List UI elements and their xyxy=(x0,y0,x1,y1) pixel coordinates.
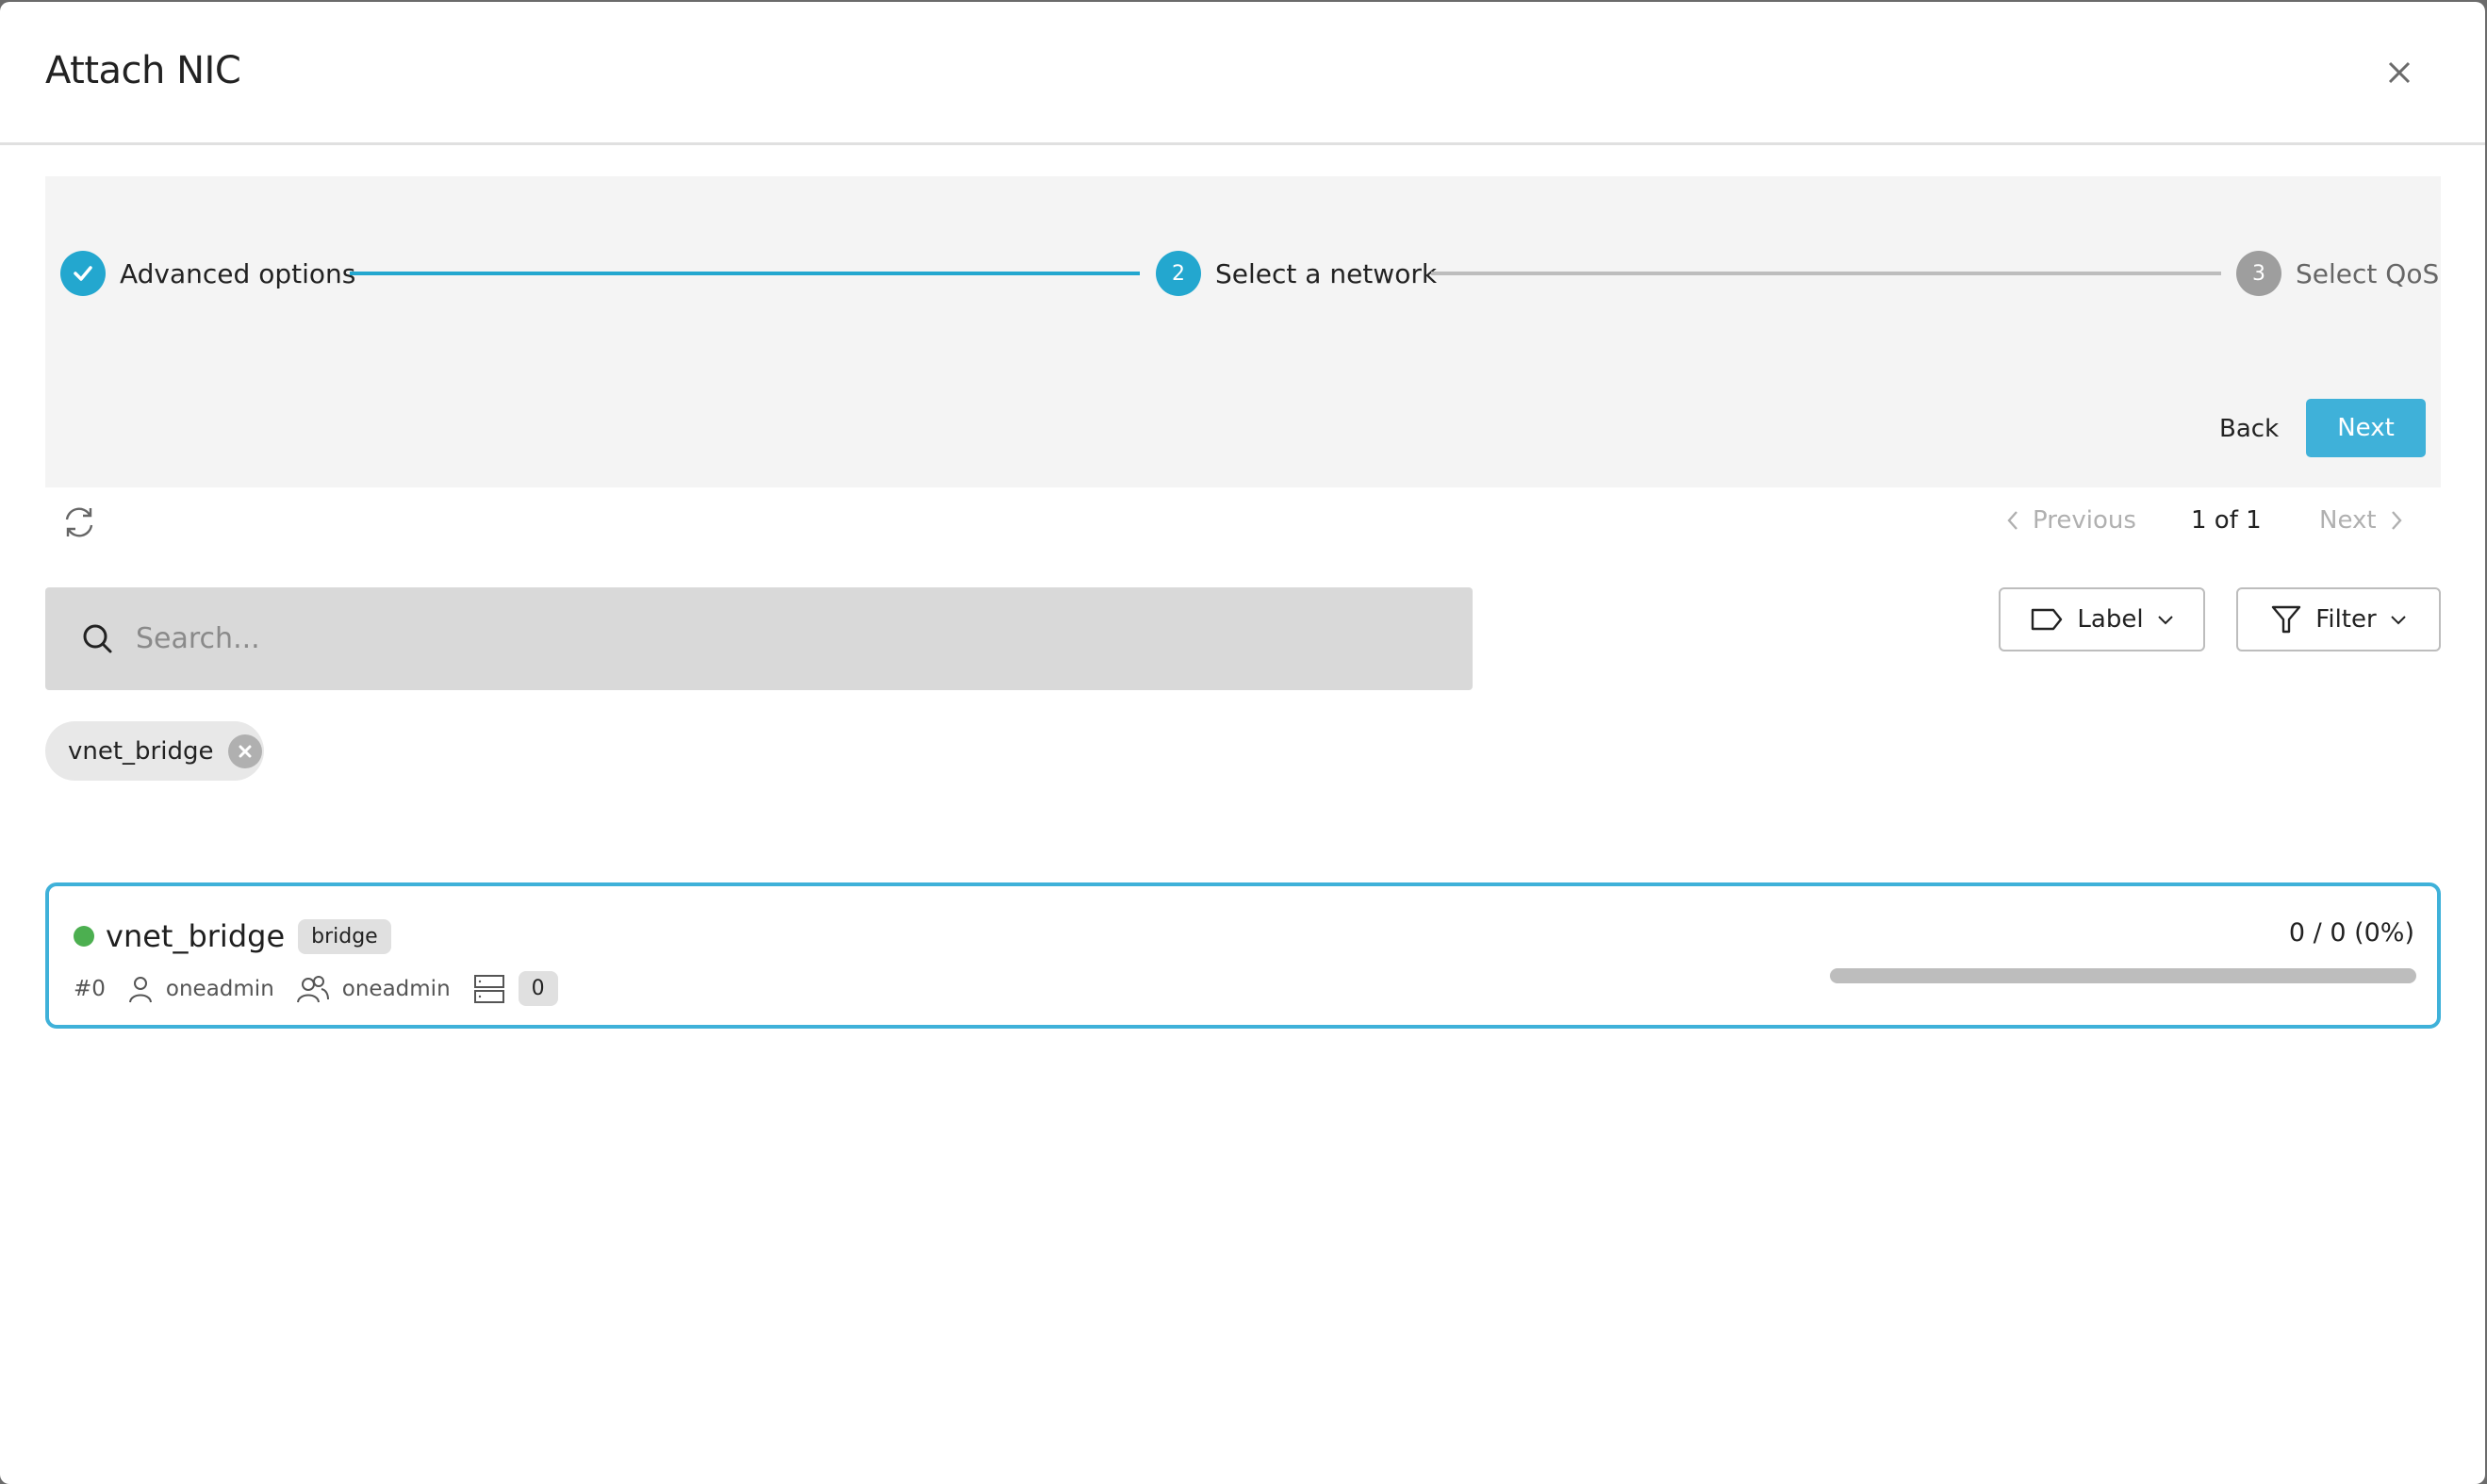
network-owner: oneadmin xyxy=(128,975,274,1003)
network-type-badge: bridge xyxy=(298,918,391,954)
label-tag-icon xyxy=(2032,608,2063,631)
step-select-qos[interactable]: 3 Select QoS xyxy=(2236,250,2439,297)
attach-nic-dialog: Attach NIC Advanced options 2 Select a n… xyxy=(0,2,2485,1484)
label-dropdown-button[interactable]: Label xyxy=(1999,587,2205,651)
label-button-text: Label xyxy=(2077,605,2144,634)
network-list-item[interactable]: vnet_bridge bridge #0 oneadmin oneadmin xyxy=(45,882,2441,1029)
step-connector-completed xyxy=(350,272,1140,275)
active-filter-chip: vnet_bridge xyxy=(45,721,264,781)
cluster-count-badge: 0 xyxy=(518,971,558,1006)
pagination-next-button[interactable]: Next xyxy=(2319,503,2405,537)
network-id: #0 xyxy=(74,976,106,1001)
step-label: Select QoS xyxy=(2296,257,2440,289)
chevron-down-icon xyxy=(2390,616,2406,625)
server-icon xyxy=(473,974,504,1003)
close-button[interactable] xyxy=(2380,53,2419,92)
owner-name: oneadmin xyxy=(165,976,274,1001)
step-connector-pending xyxy=(1431,272,2221,275)
chevron-right-icon xyxy=(2391,511,2402,530)
step-label: Advanced options xyxy=(120,257,356,289)
check-icon xyxy=(74,266,92,281)
back-button[interactable]: Back xyxy=(2204,401,2294,457)
pagination-next-label: Next xyxy=(2319,506,2377,535)
search-icon xyxy=(83,624,112,652)
step-select-network[interactable]: 2 Select a network xyxy=(1156,250,1437,297)
refresh-icon xyxy=(65,507,93,537)
network-group: oneadmin xyxy=(296,975,451,1003)
next-button[interactable]: Next xyxy=(2306,399,2426,457)
leases-usage-text: 0 / 0 (0%) xyxy=(2288,918,2414,948)
chevron-down-icon xyxy=(2157,616,2173,625)
pagination-previous-label: Previous xyxy=(2033,506,2136,535)
step-completed-indicator xyxy=(60,251,106,296)
filter-icon xyxy=(2272,605,2301,634)
step-number-indicator: 3 xyxy=(2236,251,2281,296)
user-icon xyxy=(128,976,152,1002)
group-icon xyxy=(296,975,329,1002)
status-indicator xyxy=(74,926,94,947)
close-icon xyxy=(239,745,252,757)
leases-usage-bar xyxy=(1830,968,2416,983)
dialog-header: Attach NIC xyxy=(0,2,2485,145)
group-name: oneadmin xyxy=(341,976,451,1001)
filter-dropdown-button[interactable]: Filter xyxy=(2236,587,2441,651)
chevron-left-icon xyxy=(2007,511,2018,530)
network-clusters: 0 xyxy=(473,971,558,1006)
pagination-previous-button[interactable]: Previous xyxy=(2004,503,2136,537)
remove-filter-button[interactable] xyxy=(228,734,263,768)
filter-button-text: Filter xyxy=(2315,605,2377,634)
step-number-indicator: 2 xyxy=(1156,251,1201,296)
network-meta-row: #0 oneadmin oneadmin 0 xyxy=(74,971,558,1006)
network-title-row: vnet_bridge bridge xyxy=(74,918,391,954)
close-icon xyxy=(2388,61,2411,84)
refresh-button[interactable] xyxy=(58,502,100,543)
step-label: Select a network xyxy=(1215,257,1438,289)
dialog-title: Attach NIC xyxy=(45,49,241,92)
step-advanced-options[interactable]: Advanced options xyxy=(60,250,355,297)
search-field[interactable] xyxy=(45,587,1473,690)
filter-chip-label: vnet_bridge xyxy=(68,736,214,766)
search-input[interactable] xyxy=(136,622,1408,655)
stepper: Advanced options 2 Select a network 3 Se… xyxy=(45,176,2441,487)
pagination-info: 1 of 1 xyxy=(2191,506,2262,535)
network-name: vnet_bridge xyxy=(106,918,286,954)
